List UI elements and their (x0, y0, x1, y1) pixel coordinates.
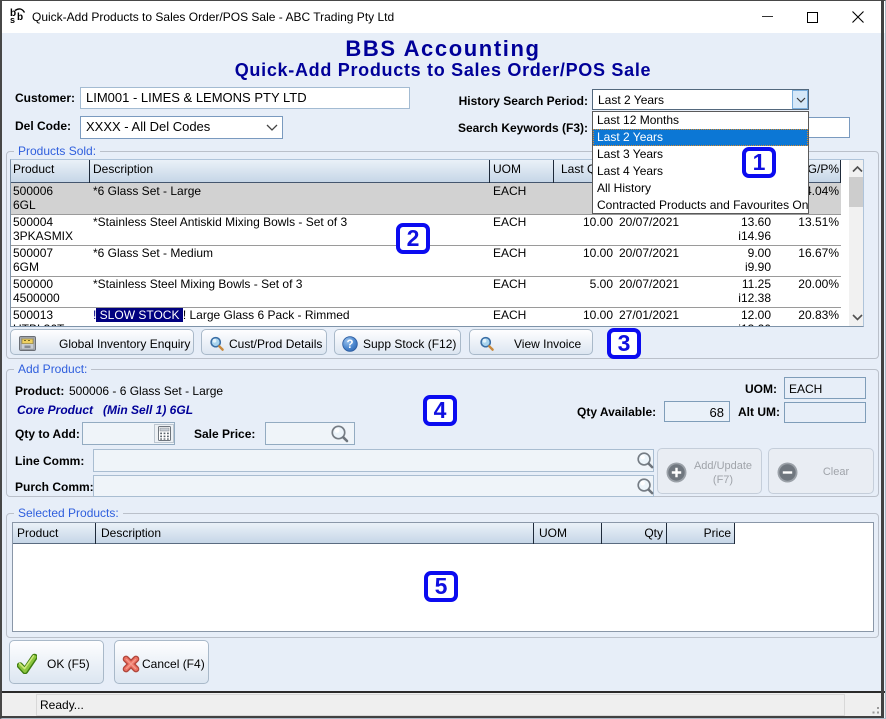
svg-text:?: ? (346, 339, 353, 351)
svg-text:b: b (17, 12, 23, 23)
svg-text:s: s (10, 15, 15, 25)
